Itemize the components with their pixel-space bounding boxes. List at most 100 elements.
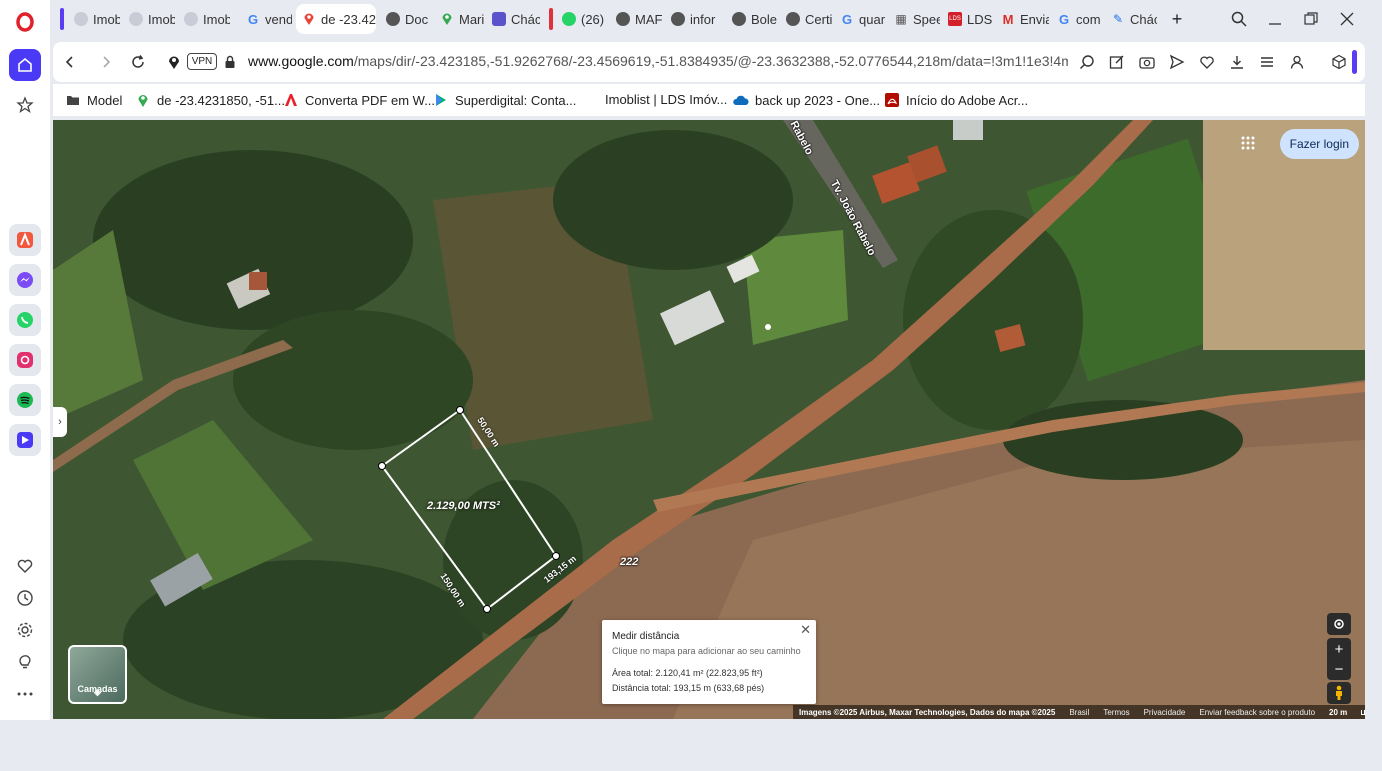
opera-logo-icon[interactable] bbox=[9, 6, 41, 38]
browser-window: Imob Imob Imob Gvend de -23.42 Doc Mari … bbox=[0, 0, 1382, 771]
history-icon[interactable] bbox=[9, 582, 41, 614]
tab[interactable]: Gquar bbox=[834, 4, 886, 34]
forward-arrow-icon[interactable] bbox=[95, 51, 117, 73]
lock-icon[interactable] bbox=[219, 51, 241, 73]
map-footer: Imagens ©2025 Airbus, Maxar Technologies… bbox=[793, 705, 1365, 719]
profile-icon[interactable] bbox=[1287, 52, 1307, 72]
reload-icon[interactable] bbox=[127, 51, 149, 73]
maps-pin-icon bbox=[302, 12, 316, 26]
tab[interactable]: Imob bbox=[68, 4, 120, 34]
tab-active-maps[interactable]: de -23.42 bbox=[296, 4, 376, 34]
globe-icon bbox=[786, 12, 800, 26]
pen-icon: ✎ bbox=[1112, 12, 1124, 26]
minimize-icon[interactable] bbox=[1264, 8, 1286, 30]
tab[interactable]: Bole bbox=[726, 4, 778, 34]
close-window-icon[interactable] bbox=[1336, 8, 1358, 30]
country-link[interactable]: Brasil bbox=[1069, 708, 1089, 717]
zoom-out-icon[interactable]: − bbox=[1327, 658, 1351, 680]
tab[interactable]: ▦ Spee bbox=[888, 4, 940, 34]
tab[interactable]: (26) bbox=[556, 4, 610, 34]
maps-pin-icon bbox=[135, 92, 151, 108]
spotify-icon[interactable] bbox=[9, 384, 41, 416]
bookmark[interactable]: back up 2023 - One... bbox=[733, 92, 880, 108]
search-icon[interactable] bbox=[1228, 8, 1250, 30]
cube-icon[interactable] bbox=[1329, 52, 1349, 72]
tab[interactable]: Gcom bbox=[1051, 4, 1103, 34]
globe-icon bbox=[184, 12, 198, 26]
tab[interactable]: M Envia bbox=[995, 4, 1049, 34]
globe-icon bbox=[74, 12, 88, 26]
my-location-icon[interactable] bbox=[1327, 613, 1351, 635]
adobe-icon bbox=[283, 92, 299, 108]
folder-icon bbox=[65, 92, 81, 108]
layers-label: ◈ Camadas bbox=[77, 684, 118, 697]
location-pin-icon[interactable] bbox=[163, 51, 185, 73]
whatsapp-icon bbox=[562, 12, 576, 26]
measure-distance-card: ✕ Medir distância Clique no mapa para ad… bbox=[602, 620, 816, 704]
measure-distance: Distância total: 193,15 m (633,68 pés) bbox=[612, 683, 765, 693]
bookmark[interactable]: Início do Adobe Acr... bbox=[884, 92, 1028, 108]
search-in-page-icon[interactable] bbox=[1077, 52, 1097, 72]
bookmark[interactable]: de -23.4231850, -51... bbox=[135, 92, 285, 108]
tab[interactable]: Imob bbox=[178, 4, 230, 34]
tab[interactable]: ✎Chác bbox=[1105, 4, 1157, 34]
tab[interactable]: Chác bbox=[486, 4, 540, 34]
tab[interactable]: Mari bbox=[434, 4, 484, 34]
tab[interactable]: MAF bbox=[610, 4, 665, 34]
onedrive-icon bbox=[733, 92, 749, 108]
tab[interactable]: Gvend bbox=[240, 4, 292, 34]
tab[interactable]: Doc bbox=[380, 4, 430, 34]
whatsapp-icon[interactable] bbox=[9, 304, 41, 336]
scale-label[interactable]: 20 m bbox=[1329, 708, 1347, 717]
messenger-icon[interactable] bbox=[9, 264, 41, 296]
measure-area: Área total: 2.120,41 m² (22.823,95 ft²) bbox=[612, 668, 763, 678]
bookmark[interactable]: Superdigital: Conta... bbox=[433, 92, 576, 108]
restore-icon[interactable] bbox=[1300, 8, 1322, 30]
tab[interactable]: LDS LDS bbox=[942, 4, 994, 34]
google-apps-grid-icon[interactable] bbox=[1241, 136, 1255, 150]
heart-icon[interactable] bbox=[1197, 52, 1217, 72]
easy-setup-icon[interactable] bbox=[1257, 52, 1277, 72]
tab[interactable]: infor bbox=[665, 4, 721, 34]
star-icon[interactable] bbox=[9, 89, 41, 121]
satellite-map[interactable]: › Rabelo Tv. João Rabelo 222 50,00 m 150… bbox=[53, 120, 1365, 719]
instagram-icon[interactable] bbox=[9, 344, 41, 376]
url-field[interactable]: www.google.com/maps/dir/-23.423185,-51.9… bbox=[248, 53, 1068, 69]
bookmark[interactable]: Converta PDF em W... bbox=[283, 92, 435, 108]
opera-sidebar bbox=[0, 0, 50, 720]
settings-gear-icon[interactable] bbox=[9, 614, 41, 646]
close-icon[interactable]: ✕ bbox=[800, 622, 811, 638]
aria-ai-icon[interactable] bbox=[9, 224, 41, 256]
lightbulb-icon[interactable] bbox=[9, 646, 41, 678]
street-view-pegman-icon[interactable] bbox=[1327, 682, 1351, 704]
edit-icon[interactable] bbox=[1107, 52, 1127, 72]
scale-bar bbox=[1361, 709, 1365, 715]
layers-button[interactable]: ◈ Camadas bbox=[68, 645, 127, 704]
back-arrow-icon[interactable] bbox=[59, 51, 81, 73]
sign-in-button[interactable]: Fazer login bbox=[1279, 129, 1359, 159]
tab[interactable]: Certi bbox=[780, 4, 832, 34]
measure-hint: Clique no mapa para adicionar ao seu cam… bbox=[612, 646, 801, 656]
address-bar-row: VPN www.google.com/maps/dir/-23.423185,-… bbox=[53, 42, 1365, 82]
more-dots-icon[interactable] bbox=[9, 678, 41, 710]
terms-link[interactable]: Termos bbox=[1103, 708, 1129, 717]
tab[interactable]: Imob bbox=[123, 4, 175, 34]
heart-icon[interactable] bbox=[9, 550, 41, 582]
home-icon[interactable] bbox=[9, 49, 41, 81]
vpn-badge[interactable]: VPN bbox=[187, 53, 217, 70]
sidebar-accent bbox=[1352, 50, 1357, 74]
bookmark-folder[interactable]: Model bbox=[65, 92, 122, 108]
road-number-label: 222 bbox=[620, 556, 639, 568]
bookmark[interactable]: Imoblist | LDS Imóv... bbox=[605, 92, 727, 107]
player-icon[interactable] bbox=[9, 424, 41, 456]
side-panel-toggle[interactable]: › bbox=[53, 407, 67, 437]
camera-icon[interactable] bbox=[1137, 52, 1157, 72]
download-icon[interactable] bbox=[1227, 52, 1247, 72]
send-icon[interactable] bbox=[1167, 52, 1187, 72]
privacy-link[interactable]: Privacidade bbox=[1144, 708, 1186, 717]
zoom-in-icon[interactable]: + bbox=[1327, 638, 1351, 660]
maps-pin-icon bbox=[440, 12, 454, 26]
new-tab-plus-icon[interactable]: + bbox=[1166, 8, 1188, 30]
feedback-link[interactable]: Enviar feedback sobre o produto bbox=[1199, 708, 1315, 717]
globe-icon bbox=[732, 12, 746, 26]
